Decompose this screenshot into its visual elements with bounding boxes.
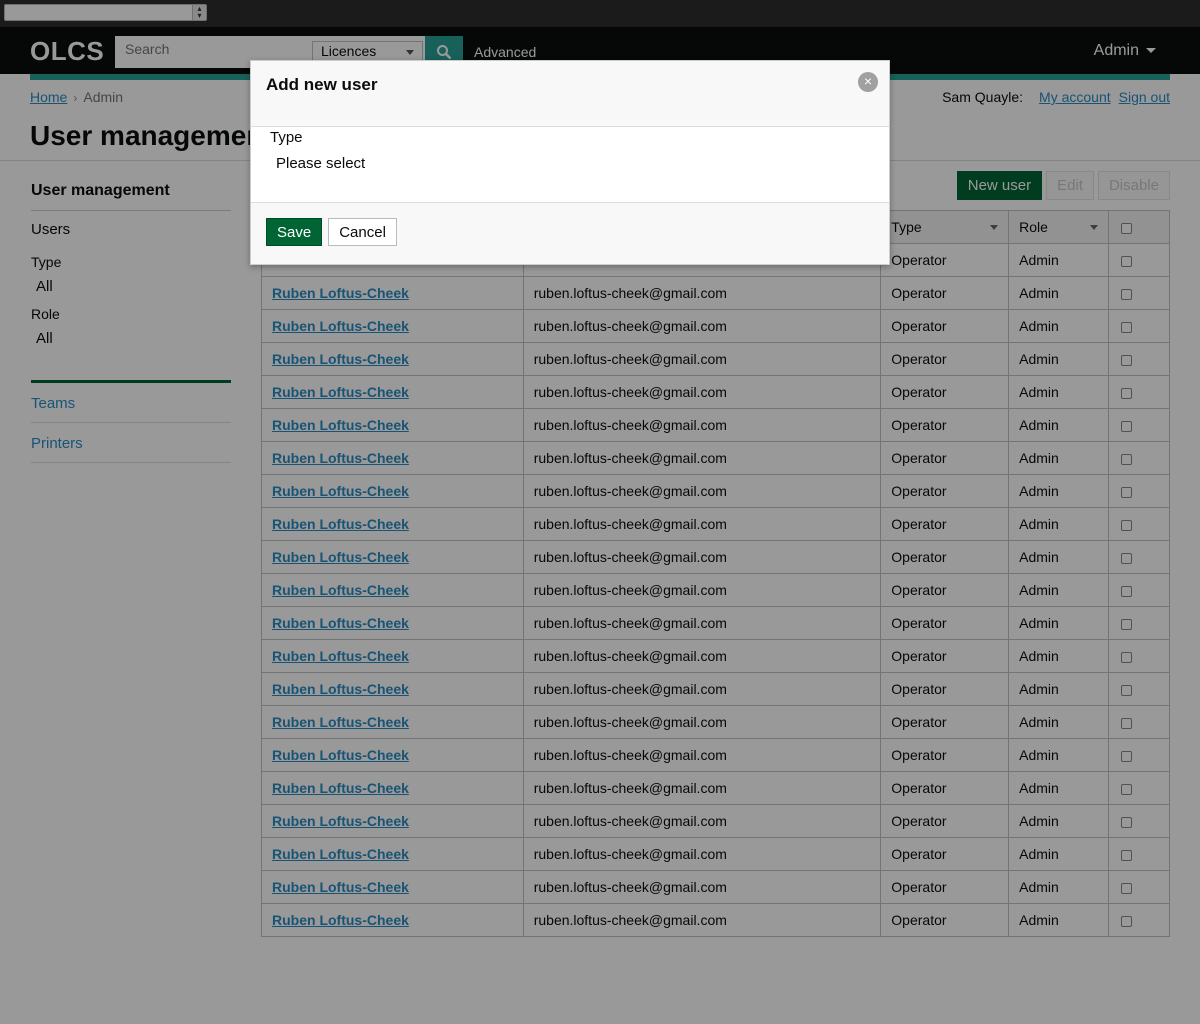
cancel-button[interactable]: Cancel (328, 218, 397, 246)
modal-footer: Save Cancel (266, 218, 403, 246)
modal-title: Add new user (266, 75, 378, 94)
type-field-select[interactable]: Please select (270, 153, 860, 177)
type-field-label: Type (270, 129, 303, 146)
modal-body: Type Please select (251, 126, 889, 203)
save-button[interactable]: Save (266, 218, 323, 246)
close-icon[interactable]: × (858, 72, 878, 92)
add-user-modal: Add new user × Type Please select Save Ca… (250, 60, 890, 265)
